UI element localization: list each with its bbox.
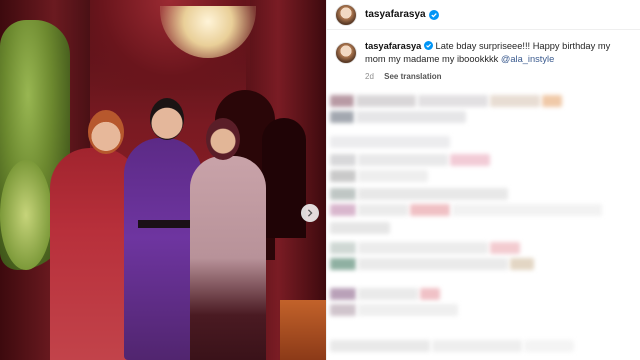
blurred-comment xyxy=(330,302,460,318)
caption-text-block: tasyafarasya Late bday surpriseee!!! Hap… xyxy=(365,40,632,66)
avatar[interactable] xyxy=(335,3,357,26)
post-header: tasyafarasya xyxy=(327,0,640,30)
blurred-comment xyxy=(330,220,392,236)
blurred-comment xyxy=(330,338,576,354)
blurred-comment xyxy=(330,168,430,184)
blurred-comment xyxy=(330,109,468,125)
caption-username[interactable]: tasyafarasya xyxy=(365,41,421,51)
blurred-comment xyxy=(330,93,564,109)
blurred-comment xyxy=(330,134,452,150)
person-purple-belt xyxy=(138,220,190,228)
chevron-right-icon xyxy=(307,209,313,217)
blurred-comment xyxy=(330,240,522,256)
person-hijab xyxy=(190,156,266,360)
blurred-comment xyxy=(330,256,536,272)
blurred-comment xyxy=(330,152,492,168)
next-photo-button[interactable] xyxy=(301,204,319,222)
post-caption: tasyafarasya Late bday surpriseee!!! Hap… xyxy=(327,30,640,66)
caption-avatar[interactable] xyxy=(335,42,357,64)
gift-boxes xyxy=(280,300,326,360)
post-photo xyxy=(0,0,326,360)
blurred-comment xyxy=(330,286,442,302)
verified-badge-icon xyxy=(428,9,439,20)
post-time: 2d xyxy=(365,72,374,81)
header-username[interactable]: tasyafarasya xyxy=(365,9,426,20)
arched-mirror-small xyxy=(262,118,306,238)
blurred-comment xyxy=(330,202,604,218)
leaf-decoration-lower xyxy=(0,160,52,270)
person-purple-dress-head xyxy=(150,98,184,140)
person-hijab-head xyxy=(206,118,240,160)
caption-meta: 2d See translation xyxy=(365,72,640,81)
verified-badge-icon xyxy=(423,41,433,50)
blurred-comment xyxy=(330,186,510,202)
see-translation-link[interactable]: See translation xyxy=(384,72,441,81)
caption-mention[interactable]: @ala_instyle xyxy=(501,54,554,64)
person-red-dress-head xyxy=(88,110,124,154)
